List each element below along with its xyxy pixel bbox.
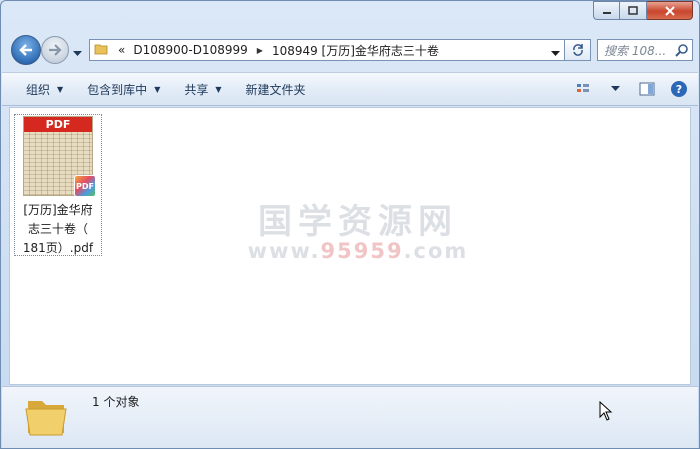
watermark: 国学资源网 www.95959.com — [238, 194, 478, 263]
caption-buttons — [593, 1, 693, 20]
details-pane: 1 个对象 — [2, 386, 698, 448]
chevron-down-icon — [73, 51, 82, 56]
organize-menu[interactable]: 组织 ▼ — [2, 77, 75, 101]
pdf-file-item[interactable]: PDF PDF [万历]金华府 志三十卷（ 181页）.pdf — [14, 114, 102, 256]
help-button[interactable]: ? — [668, 78, 690, 100]
view-options-dropdown[interactable] — [604, 78, 626, 100]
preview-pane-icon — [639, 82, 655, 96]
help-icon: ? — [671, 81, 687, 97]
view-controls: ? — [572, 78, 690, 100]
pdf-band-label: PDF — [24, 117, 92, 132]
back-arrow-icon — [19, 44, 32, 56]
caret-down-icon: ▼ — [57, 84, 64, 94]
caret-down-icon: ▼ — [154, 84, 161, 94]
breadcrumb-parent[interactable]: D108900-D108999 — [129, 43, 251, 57]
breadcrumb-current[interactable]: 108949 [万历]金华府志三十卷 — [268, 42, 443, 59]
explorer-window: « D108900-D108999 ▶ 108949 [万历]金华府志三十卷 搜… — [0, 0, 700, 449]
forward-arrow-icon — [49, 44, 62, 56]
share-menu[interactable]: 共享 ▼ — [172, 77, 233, 101]
search-input[interactable]: 搜索 108... — [597, 39, 693, 61]
close-icon — [664, 5, 675, 16]
new-folder-button[interactable]: 新建文件夹 — [234, 77, 318, 101]
watermark-url: www.95959.com — [238, 239, 478, 263]
mouse-cursor-icon — [599, 400, 613, 424]
minimize-icon — [602, 11, 611, 14]
chevron-down-icon — [551, 51, 560, 56]
watermark-url-suffix: .com — [403, 239, 469, 263]
address-dropdown[interactable] — [551, 46, 560, 60]
search-placeholder: 搜索 108... — [604, 43, 667, 58]
view-grid-icon — [577, 84, 589, 92]
include-library-label: 包含到库中 — [87, 82, 148, 97]
chevron-down-icon — [610, 86, 620, 91]
include-in-library-menu[interactable]: 包含到库中 ▼ — [75, 77, 172, 101]
maximize-button[interactable] — [620, 1, 647, 20]
watermark-title: 国学资源网 — [258, 202, 458, 242]
caret-down-icon: ▼ — [215, 84, 222, 94]
refresh-button[interactable] — [565, 39, 591, 61]
preview-pane-button[interactable] — [636, 78, 658, 100]
share-label: 共享 — [184, 82, 209, 97]
navigation-bar: « D108900-D108999 ▶ 108949 [万历]金华府志三十卷 搜… — [9, 35, 693, 65]
file-name-line-3: 181页）.pdf — [22, 241, 94, 255]
change-view-button[interactable] — [572, 78, 594, 100]
address-overflow[interactable]: « — [114, 43, 129, 57]
new-folder-label: 新建文件夹 — [245, 82, 306, 97]
pdf-app-badge-icon: PDF — [74, 175, 96, 197]
item-count: 1 个对象 — [92, 395, 140, 409]
watermark-url-prefix: www. — [247, 239, 321, 263]
file-name[interactable]: [万历]金华府 志三十卷（ 181页）.pdf — [15, 201, 101, 258]
file-name-line-2: 志三十卷（ — [27, 222, 88, 236]
close-button[interactable] — [647, 1, 693, 20]
folder-icon — [94, 42, 108, 59]
search-icon[interactable] — [675, 43, 689, 60]
breadcrumb-separator-icon[interactable]: ▶ — [252, 46, 268, 55]
watermark-url-number: 95959 — [320, 239, 404, 263]
maximize-icon — [628, 6, 638, 15]
refresh-icon — [572, 44, 583, 56]
organize-label: 组织 — [26, 82, 51, 97]
file-list-area[interactable]: PDF PDF [万历]金华府 志三十卷（ 181页）.pdf 国学资源网 ww… — [9, 107, 691, 385]
command-bar: 组织 ▼ 包含到库中 ▼ 共享 ▼ 新建文件夹 ? — [2, 72, 698, 106]
forward-button[interactable] — [41, 36, 69, 64]
address-bar[interactable]: « D108900-D108999 ▶ 108949 [万历]金华府志三十卷 — [89, 39, 565, 61]
recent-pages-dropdown[interactable] — [73, 46, 82, 60]
minimize-button[interactable] — [593, 1, 620, 20]
svg-text:?: ? — [676, 83, 682, 96]
folder-large-icon — [22, 391, 70, 442]
back-button[interactable] — [11, 35, 41, 65]
file-name-line-1: [万历]金华府 — [23, 203, 93, 217]
